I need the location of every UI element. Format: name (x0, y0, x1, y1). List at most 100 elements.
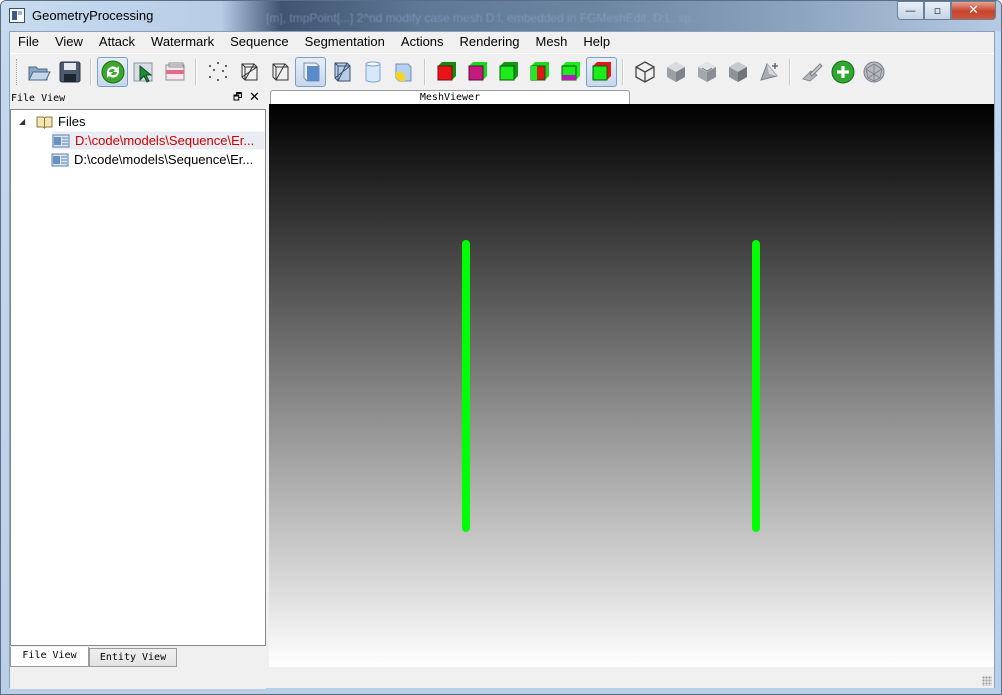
menu-view[interactable]: View (47, 32, 91, 52)
mesh-edge-right (752, 240, 760, 532)
green-magenta-cube-icon (561, 61, 580, 80)
sphere-mesh-icon (863, 61, 884, 82)
app-icon[interactable] (9, 8, 25, 23)
red-green-cube-icon (530, 61, 549, 80)
points-render-button[interactable] (202, 57, 233, 87)
caption-buttons: — ▫ ✕ (897, 1, 996, 21)
green-cube-icon (499, 61, 518, 80)
toolbar-separator (195, 58, 197, 85)
menu-sequence[interactable]: Sequence (222, 32, 297, 52)
menu-rendering[interactable]: Rendering (452, 32, 528, 52)
tree-item-file-2[interactable]: D:\code\models\Sequence\Er... (51, 150, 253, 169)
window-title: GeometryProcessing (32, 8, 154, 23)
menu-actions[interactable]: Actions (393, 32, 452, 52)
toolbar-separator (622, 58, 624, 85)
menu-watermark[interactable]: Watermark (143, 32, 222, 52)
color-red-button[interactable] (431, 57, 462, 87)
cube-gray-button[interactable] (660, 57, 691, 87)
menu-attack[interactable]: Attack (91, 32, 143, 52)
tree-root-label: Files (58, 114, 86, 129)
tree-root-files[interactable]: ◢ Files (19, 112, 85, 131)
tree-item-file-1[interactable]: D:\code\models\Sequence\Er... (51, 131, 265, 150)
save-button[interactable] (54, 57, 85, 87)
color-green-red-button[interactable] (586, 56, 617, 87)
flat-shading-button[interactable] (295, 56, 326, 87)
points-render-icon (208, 61, 227, 81)
magenta-cube-icon (468, 61, 487, 80)
toolbar-separator (789, 58, 791, 85)
green-red-cube-icon (592, 61, 611, 80)
tab-mesh-viewer[interactable]: MeshViewer (270, 90, 630, 104)
menu-segmentation[interactable]: Segmentation (297, 32, 393, 52)
flat-lines-button[interactable] (326, 57, 357, 87)
red-cube-icon (437, 61, 456, 80)
dock-float-button[interactable]: 🗗 (233, 93, 244, 104)
select-arrow-icon (133, 62, 152, 83)
save-disk-icon (59, 61, 80, 82)
menu-mesh[interactable]: Mesh (528, 32, 576, 52)
texture-shading-icon (395, 63, 411, 81)
mesh-edit-button[interactable] (796, 57, 827, 87)
file-tree: ◢ Files D:\code\models\Sequence\Er... D:… (10, 109, 266, 646)
menu-bar: File View Attack Watermark Sequence Segm… (10, 32, 994, 52)
size-grip[interactable] (982, 676, 992, 686)
tab-entity-view[interactable]: Entity View (89, 648, 177, 667)
rotate-icon (101, 60, 124, 83)
cube-solid-button[interactable] (722, 57, 753, 87)
color-green-button[interactable] (493, 57, 524, 87)
select-region-button[interactable] (159, 57, 190, 87)
flat-shading-icon (303, 62, 319, 81)
close-button[interactable]: ✕ (951, 1, 996, 20)
mesh-edge-left (462, 240, 470, 532)
mesh-file-icon (52, 134, 70, 148)
expand-arrow-icon[interactable]: ◢ (19, 117, 28, 126)
texture-shading-button[interactable] (388, 57, 419, 87)
client-area: File View Attack Watermark Sequence Segm… (9, 31, 995, 689)
cube-outline-icon (634, 60, 655, 83)
wireframe-render-icon (241, 63, 257, 80)
select-button[interactable] (128, 57, 159, 87)
cube-solid-gray-icon (728, 61, 747, 82)
tree-item-label: D:\code\models\Sequence\Er... (75, 133, 255, 148)
color-magenta-button[interactable] (462, 57, 493, 87)
file-view-dock: File View 🗗 ✕ ◢ Files D:\code\models\Seq… (10, 90, 266, 689)
color-red-green-button[interactable] (524, 57, 555, 87)
cube-plus-icon (759, 62, 778, 81)
hidden-line-button[interactable] (264, 57, 295, 87)
background-window-title: [m], tmpPoint[...] 2^nd modify case mesh… (266, 11, 702, 25)
dock-title: File View (11, 93, 66, 104)
add-circle-icon (831, 60, 854, 83)
select-region-icon (165, 62, 184, 80)
hidden-line-render-icon (272, 63, 288, 80)
rotate-button[interactable] (97, 56, 128, 87)
dock-tab-bar: File View Entity View (10, 647, 266, 669)
mesh-viewer-area: MeshViewer (269, 90, 994, 667)
tab-file-view[interactable]: File View (10, 647, 89, 667)
dock-close-button[interactable]: ✕ (249, 91, 260, 104)
tree-item-label: D:\code\models\Sequence\Er... (74, 152, 254, 167)
open-folder-icon (27, 66, 51, 80)
toolbar-separator (424, 58, 426, 85)
smooth-shading-button[interactable] (357, 57, 388, 87)
wireframe-render-button[interactable] (233, 57, 264, 87)
toolbar-grip[interactable] (16, 58, 19, 85)
cube-plus-button[interactable] (753, 57, 784, 87)
sphere-mesh-button[interactable] (858, 57, 889, 87)
menu-help[interactable]: Help (575, 32, 618, 52)
mesh-pencil-icon (801, 62, 823, 82)
toolbar-separator (90, 58, 92, 85)
maximize-button[interactable]: ▫ (924, 1, 951, 20)
smooth-shading-icon (365, 61, 380, 82)
toolbar (10, 53, 994, 89)
add-button[interactable] (827, 57, 858, 87)
minimize-button[interactable]: — (897, 1, 924, 20)
cube-gray-dent-button[interactable] (691, 57, 722, 87)
mesh-viewport[interactable] (269, 104, 994, 667)
status-bar (10, 668, 994, 688)
title-bar[interactable]: GeometryProcessing [m], tmpPoint[...] 2^… (1, 1, 1001, 31)
flat-lines-icon (334, 62, 350, 81)
menu-file[interactable]: File (10, 32, 47, 52)
cube-outline-button[interactable] (629, 57, 660, 87)
open-button[interactable] (23, 57, 54, 87)
color-green-magenta-button[interactable] (555, 57, 586, 87)
